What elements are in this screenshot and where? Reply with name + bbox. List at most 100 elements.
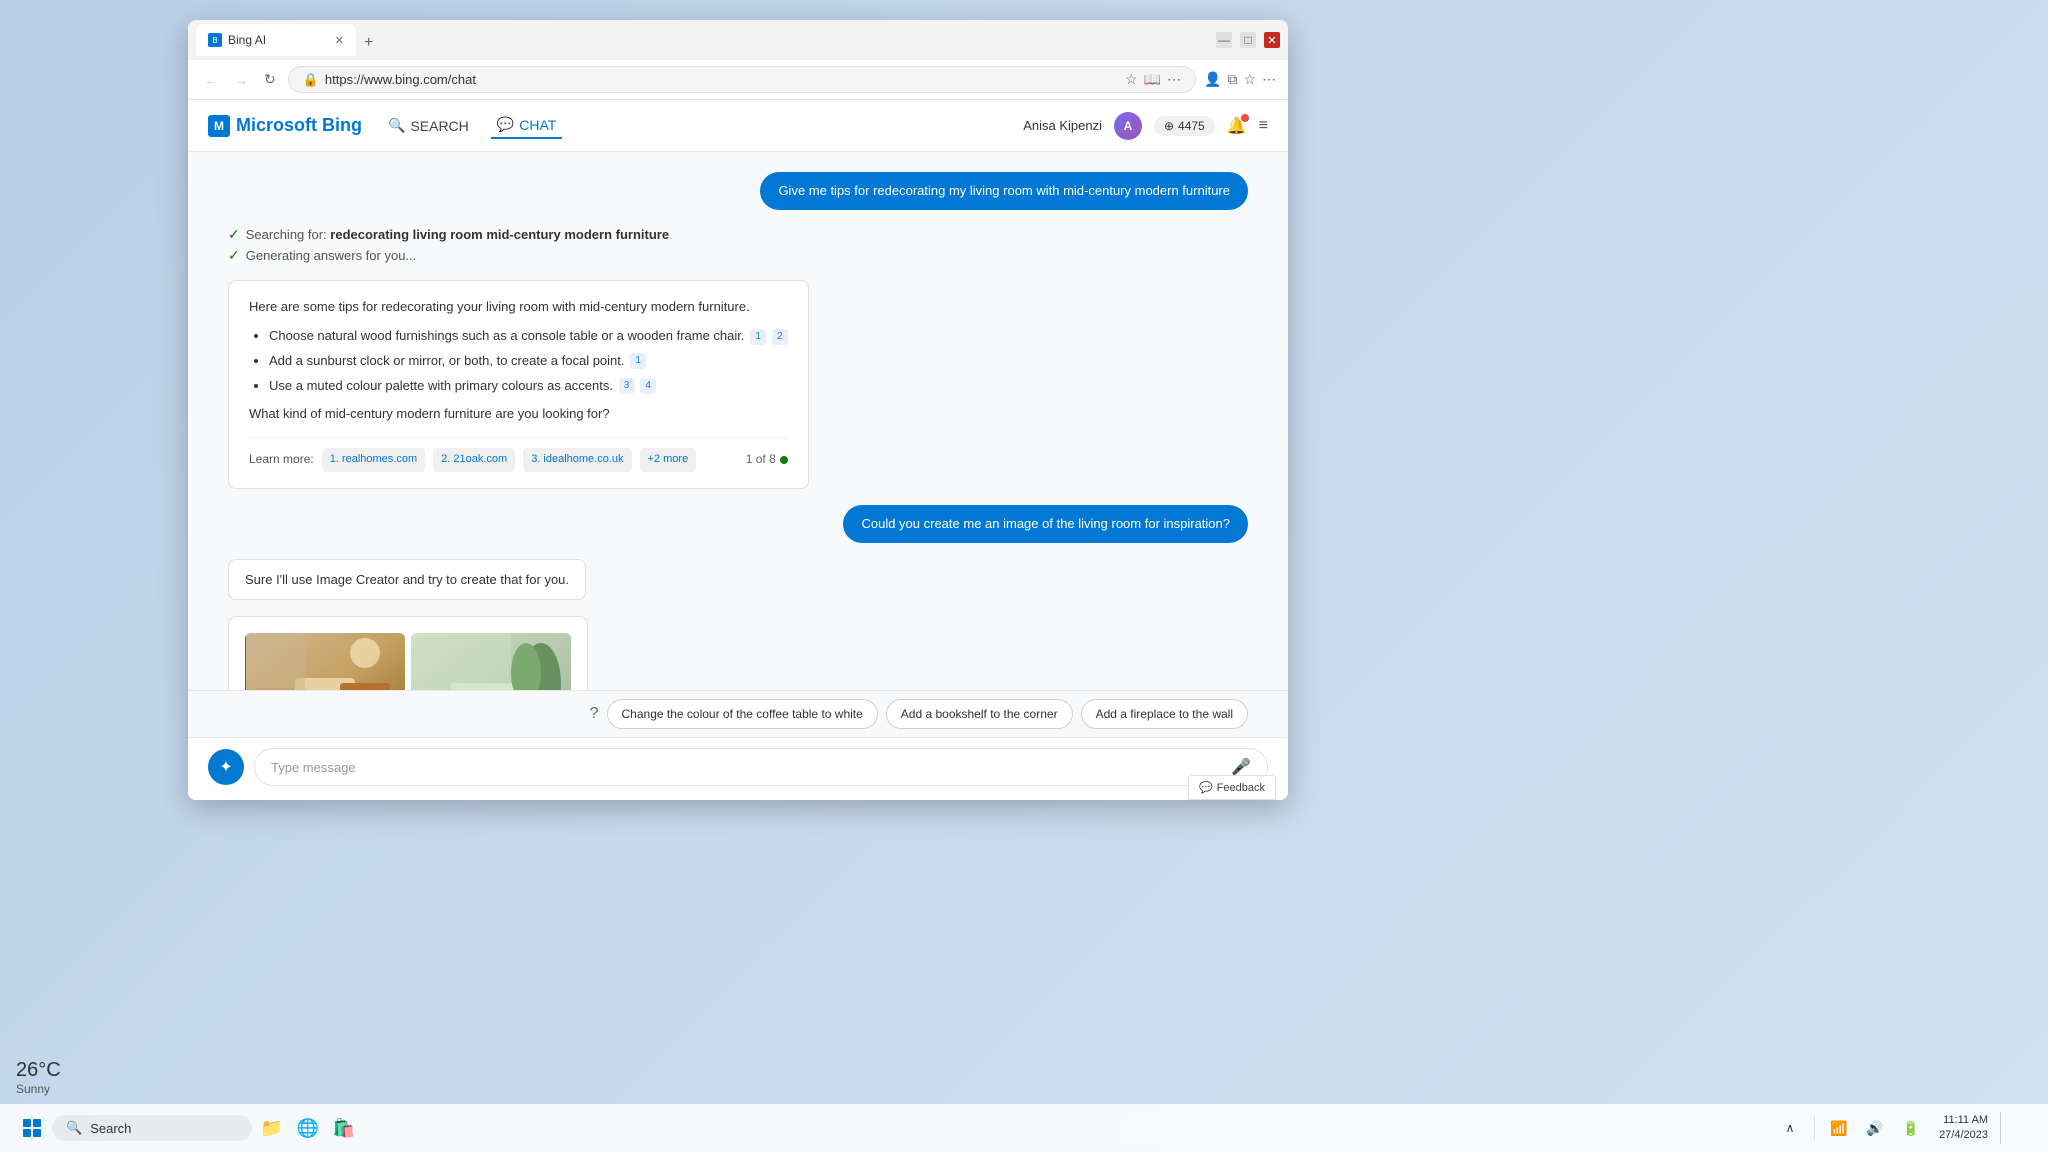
minimize-button[interactable]: — [1216, 32, 1232, 48]
user-message-2: Could you create me an image of the livi… [843, 505, 1248, 543]
chevron-icon[interactable]: ∧ [1774, 1112, 1806, 1144]
nav-search-label: SEARCH [410, 118, 468, 134]
generated-image-2[interactable] [411, 633, 571, 690]
reward-icon: ⊕ [1164, 119, 1174, 133]
feedback-button[interactable]: 💬 Feedback [1188, 775, 1276, 800]
refresh-button[interactable]: ↻ [260, 67, 280, 92]
tab-bar: B Bing AI ✕ + [196, 24, 1212, 56]
searching-query: redecorating living room mid-century mod… [330, 227, 669, 242]
image-grid-container: Made with Image Creator [228, 616, 588, 690]
store-icon[interactable]: 🛍️ [328, 1112, 360, 1144]
new-tab-button[interactable]: + [356, 30, 381, 56]
response-content: Here are some tips for redecorating your… [228, 280, 809, 489]
taskbar: 🔍 Search 📁 🌐 🛍️ ∧ 📶 🔊 🔋 11:11 AM 27/4/20… [0, 1104, 2048, 1152]
bing-header: M Microsoft Bing 🔍 SEARCH 💬 CHAT Anisa K… [188, 100, 1288, 152]
user-message-1-text: Give me tips for redecorating my living … [778, 183, 1230, 198]
show-desktop-icon[interactable] [2000, 1112, 2032, 1144]
title-bar: B Bing AI ✕ + — □ ✕ [188, 20, 1288, 60]
suggestion-pill-2[interactable]: Add a bookshelf to the corner [886, 699, 1073, 729]
favorites-icon[interactable]: ☆ [1125, 71, 1138, 88]
bing-logo-icon: M [208, 115, 230, 137]
nav-chat-item[interactable]: 💬 CHAT [491, 112, 563, 139]
maximize-button[interactable]: □ [1240, 32, 1256, 48]
feedback-label: Feedback [1217, 782, 1265, 794]
favorites-toolbar-icon[interactable]: ☆ [1243, 71, 1256, 88]
battery-icon[interactable]: 🔋 [1895, 1112, 1927, 1144]
microphone-icon[interactable]: 🎤 [1231, 757, 1251, 777]
cite-ref-1[interactable]: 1 [750, 329, 766, 345]
source-link-more[interactable]: +2 more [640, 448, 697, 472]
cite-ref-3[interactable]: 1 [630, 353, 646, 369]
bullet-3: Use a muted colour palette with primary … [269, 376, 788, 397]
browser-menu-icon[interactable]: ⋯ [1167, 71, 1181, 88]
tab-close-btn[interactable]: ✕ [335, 34, 344, 47]
feedback-icon: 💬 [1199, 781, 1213, 794]
bing-nav: 🔍 SEARCH 💬 CHAT [382, 112, 562, 139]
settings-icon[interactable]: ⋯ [1262, 71, 1276, 88]
bing-chat-button[interactable]: ✦ [208, 749, 244, 785]
source-link-3[interactable]: 3. idealhome.co.uk [523, 448, 631, 472]
suggestion-pill-3[interactable]: Add a fireplace to the wall [1081, 699, 1248, 729]
browser-toolbar: 👤 ⧉ ☆ ⋯ [1204, 71, 1276, 88]
source-link-1[interactable]: 1. realhomes.com [322, 448, 425, 472]
suggestion-pill-1[interactable]: Change the colour of the coffee table to… [607, 699, 878, 729]
search-line-2: ✓ Generating answers for you... [228, 247, 669, 264]
close-button[interactable]: ✕ [1264, 32, 1280, 48]
forward-button[interactable]: → [230, 68, 252, 92]
notification-dot [1241, 114, 1249, 122]
edge-browser-icon[interactable]: 🌐 [292, 1112, 324, 1144]
taskbar-system-icons: ∧ 📶 🔊 🔋 11:11 AM 27/4/2023 [1774, 1112, 2032, 1144]
clock-date: 27/4/2023 [1939, 1128, 1988, 1143]
check-icon-2: ✓ [228, 247, 240, 264]
bing-btn-icon: ✦ [219, 757, 232, 777]
address-bar-icons: ☆ 📖 ⋯ [1125, 71, 1181, 88]
message-input-container[interactable]: Type message 🎤 [254, 748, 1268, 786]
menu-button[interactable]: ≡ [1259, 117, 1268, 135]
profile-icon[interactable]: 👤 [1204, 71, 1221, 88]
cite-ref-4[interactable]: 3 [619, 378, 635, 394]
tab-favicon: B [208, 33, 222, 47]
back-button[interactable]: ← [200, 68, 222, 92]
counter-dot [780, 456, 788, 464]
learn-more-section: Learn more: 1. realhomes.com 2. 21oak.co… [249, 437, 788, 472]
notifications-button[interactable]: 🔔 [1227, 116, 1247, 136]
main-content: Give me tips for redecorating my living … [188, 152, 1288, 800]
file-explorer-icon[interactable]: 📁 [256, 1112, 288, 1144]
user-message-1: Give me tips for redecorating my living … [760, 172, 1248, 210]
taskbar-time[interactable]: 11:11 AM 27/4/2023 [1931, 1113, 1996, 1144]
user-avatar[interactable]: A [1114, 112, 1142, 140]
url-text: https://www.bing.com/chat [325, 72, 476, 87]
search-nav-icon: 🔍 [388, 117, 405, 134]
generating-label: Generating answers for you... [246, 248, 417, 263]
generated-image-1[interactable] [245, 633, 405, 690]
help-icon[interactable]: ? [590, 705, 599, 723]
bing-logo[interactable]: M Microsoft Bing [208, 115, 362, 137]
search-line-1: ✓ Searching for: redecorating living roo… [228, 226, 669, 243]
response-bullets: Choose natural wood furnishings such as … [269, 326, 788, 396]
extensions-icon[interactable]: ⧉ [1227, 71, 1237, 88]
network-icon[interactable]: 📶 [1823, 1112, 1855, 1144]
check-icon-1: ✓ [228, 226, 240, 243]
active-tab[interactable]: B Bing AI ✕ [196, 24, 356, 56]
taskbar-divider [1814, 1116, 1815, 1140]
response-question: What kind of mid-century modern furnitur… [249, 404, 788, 425]
url-input[interactable]: 🔒 https://www.bing.com/chat ☆ 📖 ⋯ [288, 66, 1196, 93]
reading-view-icon[interactable]: 📖 [1144, 71, 1161, 88]
taskbar-search-bar[interactable]: 🔍 Search [52, 1115, 252, 1141]
chat-area: Give me tips for redecorating my living … [188, 152, 1288, 690]
points-badge: ⊕ 4475 [1154, 116, 1215, 136]
response-counter: 1 of 8 [746, 450, 788, 469]
bing-logo-text: Microsoft Bing [236, 115, 362, 136]
searching-label: Searching for: [246, 227, 327, 242]
sure-message-container: Sure I'll use Image Creator and try to c… [228, 559, 586, 600]
nav-search-item[interactable]: 🔍 SEARCH [382, 113, 475, 138]
tab-title: Bing AI [228, 33, 266, 47]
cite-ref-2[interactable]: 2 [772, 329, 788, 345]
browser-window: B Bing AI ✕ + — □ ✕ ← → ↻ 🔒 https://www.… [188, 20, 1288, 800]
sound-icon[interactable]: 🔊 [1859, 1112, 1891, 1144]
start-button[interactable] [16, 1112, 48, 1144]
image-grid-section: Made with Image Creator [228, 616, 588, 690]
source-link-2[interactable]: 2. 21oak.com [433, 448, 515, 472]
chat-nav-icon: 💬 [497, 116, 514, 133]
cite-ref-5[interactable]: 4 [640, 378, 656, 394]
